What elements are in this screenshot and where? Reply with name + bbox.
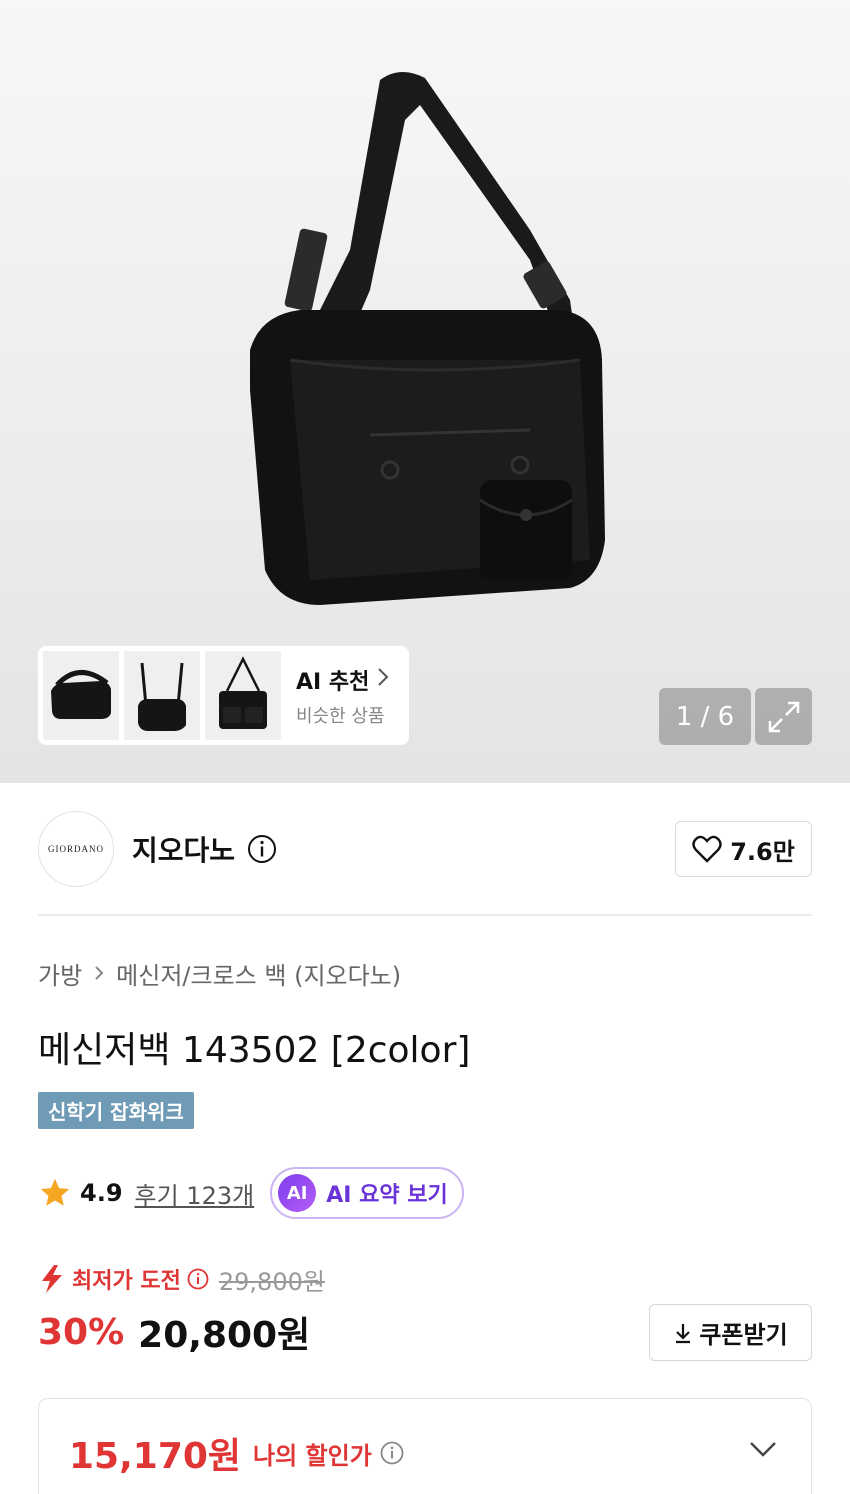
original-price: 29,800원 (218, 1267, 325, 1296)
my-price-value: 15,170원 (69, 1436, 242, 1477)
chevron-down-icon[interactable] (749, 1441, 777, 1457)
coupon-button[interactable]: 쿠폰받기 (649, 1304, 812, 1361)
download-icon (676, 1323, 691, 1343)
thumbnail-1[interactable] (43, 651, 119, 740)
promo-tag[interactable]: 신학기 잡화위크 (38, 1092, 194, 1129)
ai-recommend-title: AI 추천 (296, 669, 370, 695)
breadcrumb-item-category[interactable]: 가방 (38, 956, 82, 991)
brand-row: GIORDANO 지오다노 7.6만 (38, 810, 812, 888)
discount-rate: 30% (38, 1311, 125, 1353)
info-icon[interactable] (187, 1268, 209, 1290)
breadcrumb: 가방 메신저/크로스 백 (지오다노) (38, 956, 401, 991)
expand-button[interactable] (755, 688, 812, 745)
lowest-price-row: 최저가 도전 29,800원 (38, 1262, 325, 1296)
breadcrumb-item-subcategory[interactable]: 메신저/크로스 백 (지오다노) (116, 956, 401, 991)
star-icon (40, 1178, 70, 1206)
ai-summary-label: AI 요약 보기 (326, 1183, 448, 1208)
ai-badge-icon: AI (278, 1174, 317, 1212)
image-counter: 1 / 6 (659, 688, 751, 745)
info-icon[interactable] (380, 1441, 404, 1465)
product-image-gallery[interactable]: AI 추천 비슷한 상품 1 / 6 (0, 0, 850, 783)
lightning-icon (42, 1265, 62, 1293)
like-count: 7.6만 (730, 837, 795, 866)
divider (38, 914, 812, 916)
brand-logo-text: GIORDANO (48, 844, 104, 854)
brand-name[interactable]: 지오다노 (132, 829, 235, 869)
ai-recommend-link[interactable]: AI 추천 비슷한 상품 (296, 664, 389, 728)
heart-icon (692, 835, 722, 863)
price-row: 30% 20,800원 (38, 1305, 310, 1359)
sale-price: 20,800원 (138, 1315, 311, 1356)
brand-logo[interactable]: GIORDANO (38, 811, 114, 887)
thumbnail-strip: AI 추천 비슷한 상품 (38, 646, 409, 745)
product-title: 메신저백 143502 [2color] (38, 1030, 471, 1071)
expand-icon (768, 701, 799, 732)
info-icon[interactable] (247, 834, 277, 864)
rating-value: 4.9 (80, 1179, 123, 1207)
reviews-link[interactable]: 후기 123개 (135, 1176, 255, 1211)
rating-row: 4.9 후기 123개 AI AI 요약 보기 (38, 1166, 464, 1220)
my-price-panel[interactable]: 15,170원 나의 할인가 (38, 1398, 812, 1494)
thumbnail-3[interactable] (205, 651, 281, 740)
lowest-price-label: 최저가 도전 (72, 1269, 181, 1294)
chevron-right-icon (377, 667, 389, 692)
ai-summary-button[interactable]: AI AI 요약 보기 (270, 1167, 464, 1219)
chevron-right-icon (94, 962, 104, 986)
coupon-label: 쿠폰받기 (699, 1321, 788, 1349)
my-price-label: 나의 할인가 (253, 1441, 372, 1470)
thumbnail-2[interactable] (124, 651, 200, 740)
ai-recommend-subtitle: 비슷한 상품 (296, 705, 385, 727)
product-image[interactable] (230, 60, 630, 620)
like-button[interactable]: 7.6만 (675, 821, 812, 877)
